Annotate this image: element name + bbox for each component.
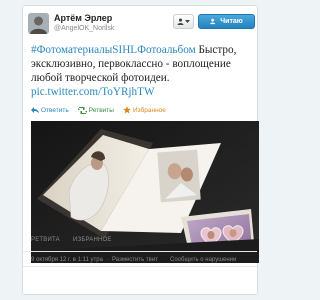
favorite-button[interactable]: Избранное bbox=[122, 106, 166, 114]
follow-button-label: Читаю bbox=[220, 18, 243, 25]
reply-icon bbox=[31, 106, 39, 113]
retweets-count[interactable]: 2 bbox=[31, 228, 35, 235]
reply-button[interactable]: Ответить bbox=[31, 106, 69, 114]
retweets-label[interactable]: РЕТВИТА bbox=[31, 237, 60, 243]
divider bbox=[23, 251, 257, 252]
tweet-timestamp[interactable]: 9 октября 12 г. в 1:11 утра bbox=[31, 257, 103, 263]
retweet-button[interactable]: Ретвиты bbox=[77, 106, 114, 114]
retweet-icon bbox=[77, 106, 87, 114]
embed-separator: · bbox=[107, 257, 109, 263]
caret-down-icon bbox=[185, 19, 190, 23]
user-name[interactable]: Артём Эрлер bbox=[54, 13, 112, 23]
reply-label: Ответить bbox=[41, 106, 69, 114]
tweet-text: #ФотоматериалыSIHLФотоальбом Быстро, экс… bbox=[31, 43, 257, 99]
user-check-icon bbox=[210, 18, 216, 25]
report-link[interactable]: Сообщить о нарушении bbox=[170, 257, 236, 263]
favorites-label[interactable]: ИЗБРАННОЕ bbox=[73, 237, 112, 243]
favorites-count[interactable]: 1 bbox=[73, 228, 77, 235]
tweet-actions: Ответить Ретвиты Избранное bbox=[31, 106, 166, 114]
user-handle[interactable]: @AngelOK_Norilsk bbox=[54, 25, 114, 32]
embed-tweet-link[interactable]: Разместить твит bbox=[112, 257, 158, 263]
retweet-label: Ретвиты bbox=[88, 106, 114, 114]
star-icon bbox=[122, 106, 131, 114]
favorite-label: Избранное bbox=[132, 106, 166, 114]
user-icon bbox=[177, 18, 184, 25]
user-actions-button[interactable] bbox=[173, 14, 194, 29]
tweet-photo[interactable] bbox=[31, 121, 259, 263]
media-link[interactable]: pic.twitter.com/ToYRjhTW bbox=[31, 86, 155, 98]
tweet-card: Артём Эрлер @AngelOK_Norilsk Читаю #Фото… bbox=[22, 5, 259, 295]
follow-button[interactable]: Читаю bbox=[198, 14, 255, 29]
hashtag-link[interactable]: #ФотоматериалыSIHLФотоальбом bbox=[31, 44, 196, 56]
avatar[interactable] bbox=[28, 13, 49, 34]
footer-divider bbox=[23, 266, 257, 267]
